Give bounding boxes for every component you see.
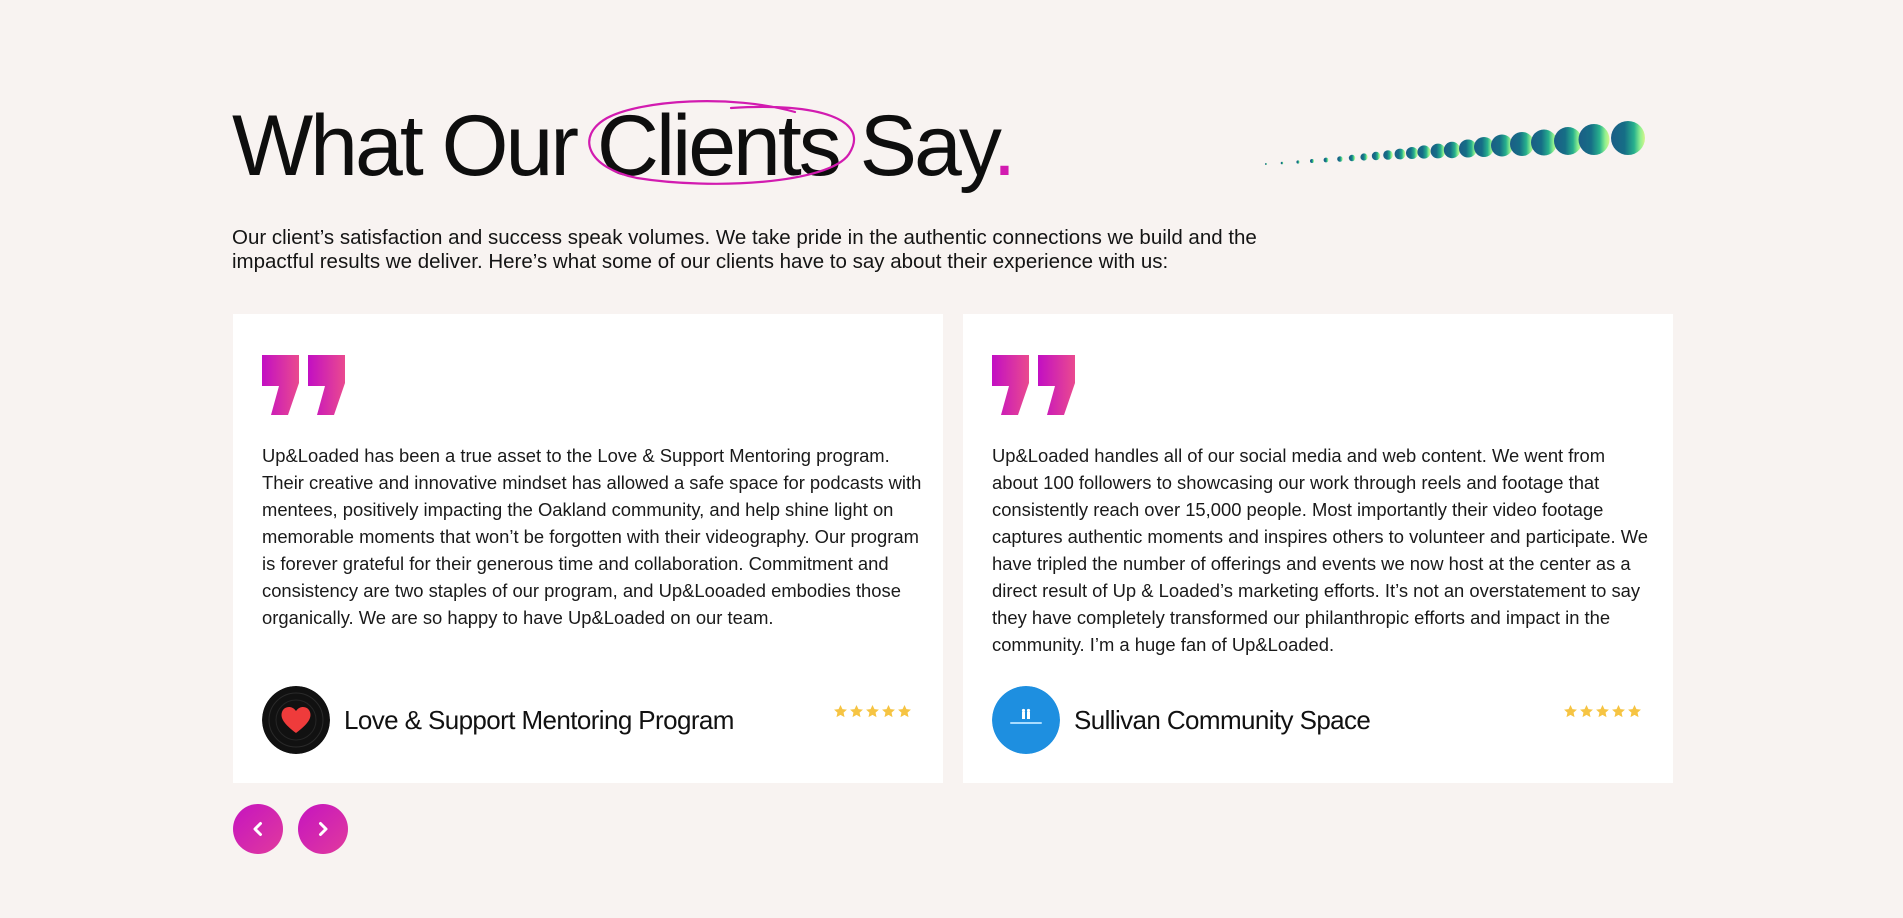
author-name: Sullivan Community Space: [1074, 704, 1371, 735]
title-part-1: What Our: [232, 98, 597, 194]
quote-mark-icon: [992, 355, 1076, 415]
testimonial-quote: Up&Loaded has been a true asset to the L…: [262, 445, 922, 628]
star-icon: [865, 704, 880, 719]
testimonial-card: Up&Loaded has been a true asset to the L…: [233, 314, 943, 783]
star-icon: [881, 704, 896, 719]
star-icon: [849, 704, 864, 719]
title-highlight-text: Clients: [596, 98, 842, 194]
star-icon: [833, 704, 848, 719]
author-name: Love & Support Mentoring Program: [344, 704, 734, 735]
chevron-right-icon: [319, 822, 328, 836]
testimonial-card: Up&Loaded handles all of our social medi…: [963, 314, 1673, 783]
community-logo-icon: [992, 686, 1060, 754]
star-icon: [1611, 704, 1626, 719]
testimonial-author: Love & Support Mentoring Program: [262, 686, 734, 754]
quote-mark-icon: [262, 355, 346, 415]
decorative-dot-trail-icon: [1265, 121, 1645, 165]
star-icon: [897, 704, 912, 719]
title-dot: .: [992, 98, 1016, 194]
title-part-2: Say: [838, 98, 996, 194]
previous-slide-button[interactable]: [233, 804, 283, 854]
star-rating: [833, 704, 912, 719]
next-slide-button[interactable]: [298, 804, 348, 854]
testimonials-section: What Our Clients Say. Our client’s satis…: [0, 0, 1903, 918]
star-rating: [1563, 704, 1642, 719]
star-icon: [1595, 704, 1610, 719]
chevron-left-icon: [253, 822, 262, 836]
testimonial-author: Sullivan Community Space: [992, 686, 1371, 754]
section-intro: Our client’s satisfaction and success sp…: [232, 226, 1257, 273]
star-icon: [1579, 704, 1594, 719]
heart-logo-icon: [262, 686, 330, 754]
star-icon: [1563, 704, 1578, 719]
testimonial-quote: Up&Loaded handles all of our social medi…: [992, 445, 1648, 655]
title-highlight: Clients: [588, 96, 855, 196]
star-icon: [1627, 704, 1642, 719]
section-title: What Our Clients Say.: [232, 96, 1016, 196]
